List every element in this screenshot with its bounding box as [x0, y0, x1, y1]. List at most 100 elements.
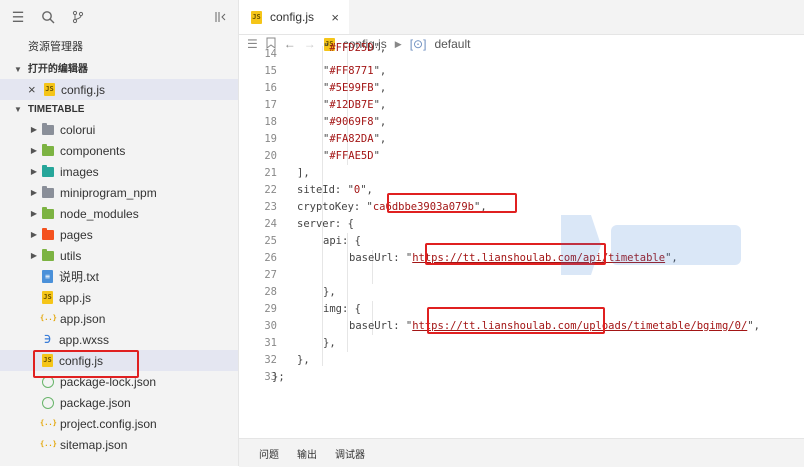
- line-number: 15: [264, 65, 277, 77]
- search-icon[interactable]: [40, 9, 56, 25]
- line-text: "#FF8771",: [323, 65, 387, 77]
- line-text: "#5E99FB",: [323, 82, 387, 94]
- tree-item-config-js[interactable]: JS config.js: [0, 350, 238, 371]
- folder-icon: [42, 122, 54, 135]
- project-label: TIMETABLE: [27, 104, 85, 115]
- chevron-down-icon: ▼: [14, 105, 22, 114]
- code-line[interactable]: 31},: [239, 335, 804, 352]
- tree-item-components[interactable]: ▶ components: [0, 140, 238, 161]
- code-line[interactable]: 14 "#FFD25D",: [239, 42, 804, 63]
- code-line[interactable]: 22 siteId: "0",: [239, 182, 804, 199]
- tree-item-label: sitemap.json: [60, 437, 128, 452]
- line-number: 14: [264, 48, 277, 60]
- close-icon[interactable]: ×: [28, 82, 40, 97]
- line-text: api: {: [323, 235, 361, 247]
- code-line[interactable]: 19 "#FA82DA",: [239, 131, 804, 148]
- code-line[interactable]: 27: [239, 267, 804, 284]
- tree-item-images[interactable]: ▶ images: [0, 161, 238, 182]
- code-line[interactable]: 20 "#FFAE5D": [239, 148, 804, 165]
- code-line[interactable]: 23 cryptoKey: "ca6dbbe3903a079b",: [239, 199, 804, 216]
- chevron-down-icon: ▼: [14, 65, 22, 74]
- tree-item-package-lock-json[interactable]: package-lock.json: [0, 371, 238, 392]
- code-line[interactable]: 16 "#5E99FB",: [239, 80, 804, 97]
- line-text: },: [323, 337, 336, 349]
- tab-debugger[interactable]: 调试器: [335, 446, 365, 461]
- open-editors-section[interactable]: ▼ 打开的编辑器: [0, 60, 238, 79]
- code-line[interactable]: 30 baseUrl: "https://tt.lianshoulab.com/u…: [239, 318, 804, 335]
- tree-item-label: app.wxss: [59, 332, 110, 347]
- line-text: baseUrl: "https://tt.lianshoulab.com/api…: [349, 252, 678, 264]
- code-line[interactable]: 33};: [239, 369, 804, 386]
- line-text: "#FFAE5D": [323, 150, 380, 162]
- line-text: cryptoKey: "ca6dbbe3903a079b",: [297, 201, 487, 213]
- tree-item-package-json[interactable]: package.json: [0, 392, 238, 413]
- tree-item-project-config-json[interactable]: {..} project.config.json: [0, 413, 238, 434]
- line-number: 32: [264, 354, 277, 366]
- tree-item-label: node_modules: [60, 206, 139, 221]
- tab-output[interactable]: 输出: [297, 446, 317, 461]
- chevron-right-icon[interactable]: ▶: [28, 209, 40, 218]
- chevron-right-icon[interactable]: ▶: [28, 146, 40, 155]
- folder-icon: [42, 248, 54, 261]
- chevron-right-icon[interactable]: ▶: [28, 230, 40, 239]
- folder-icon: [42, 164, 54, 177]
- wxss-file-icon: ∋: [44, 333, 51, 346]
- code-line[interactable]: 21],: [239, 165, 804, 182]
- tree-item-pages[interactable]: ▶ pages: [0, 224, 238, 245]
- bottom-panel: 问题 输出 调试器: [239, 438, 804, 467]
- tree-item-app-json[interactable]: {..} app.json: [0, 308, 238, 329]
- source-control-icon[interactable]: [70, 9, 86, 25]
- code-line[interactable]: 24 server: {: [239, 216, 804, 233]
- tree-item-sitemap-json[interactable]: {..} sitemap.json: [0, 434, 238, 455]
- code-line[interactable]: 29 img: {: [239, 301, 804, 318]
- tree-item-label: pages: [60, 227, 93, 242]
- code-line[interactable]: 15 "#FF8771",: [239, 63, 804, 80]
- json-file-icon: {..}: [40, 314, 57, 322]
- line-number: 29: [264, 303, 277, 315]
- line-number: 17: [264, 99, 277, 111]
- tree-item-utils[interactable]: ▶ utils: [0, 245, 238, 266]
- code-line[interactable]: 26 baseUrl: "https://tt.lianshoulab.com/a…: [239, 250, 804, 267]
- json-file-icon: {..}: [40, 440, 57, 448]
- tab-config-js[interactable]: JS config.js ×: [239, 0, 349, 34]
- explorer-sidebar: ☰ 资源管理器 ▼ 打开的编辑器 × JS config.js ▼ TIMETA…: [0, 0, 239, 466]
- code-line[interactable]: 17 "#12DB7E",: [239, 97, 804, 114]
- line-number: 27: [264, 269, 277, 281]
- sidebar-toolbar: ☰: [0, 0, 238, 34]
- collapse-panel-icon[interactable]: [212, 9, 228, 25]
- tree-item-miniprogram-npm[interactable]: ▶ miniprogram_npm: [0, 182, 238, 203]
- line-number: 25: [264, 235, 277, 247]
- editor-tab-bar: JS config.js ×: [239, 0, 804, 35]
- tree-item-app-js[interactable]: JS app.js: [0, 287, 238, 308]
- code-editor: JS config.js × ☰ ← → JS config.js ▶ [⊙] …: [239, 0, 804, 436]
- tree-item-node-modules[interactable]: ▶ node_modules: [0, 203, 238, 224]
- project-section[interactable]: ▼ TIMETABLE: [0, 100, 238, 119]
- files-icon[interactable]: ☰: [10, 9, 26, 25]
- code-line[interactable]: 25 api: {: [239, 233, 804, 250]
- code-line[interactable]: 28},: [239, 284, 804, 301]
- tree-item-colorui[interactable]: ▶ colorui: [0, 119, 238, 140]
- code-line[interactable]: 18 "#9069F8",: [239, 114, 804, 131]
- code-area[interactable]: 14 "#FFD25D", 15 "#FF8771", 16 "#5E99FB", 17 "#…: [239, 42, 804, 386]
- line-text: server: {: [297, 218, 354, 230]
- chevron-right-icon[interactable]: ▶: [28, 167, 40, 176]
- chevron-right-icon[interactable]: ▶: [28, 251, 40, 260]
- file-tree: ▶ colorui ▶ components ▶ images ▶ miniprogram_n…: [0, 119, 238, 455]
- tab-problems[interactable]: 问题: [259, 446, 279, 461]
- tree-item-label: config.js: [59, 353, 104, 368]
- line-number: 28: [264, 286, 277, 298]
- chevron-right-icon[interactable]: ▶: [28, 125, 40, 134]
- tree-item-app-wxss[interactable]: ∋ app.wxss: [0, 329, 238, 350]
- explorer-title: 资源管理器: [28, 41, 83, 53]
- tree-item-label: colorui: [60, 122, 96, 137]
- folder-icon: [42, 206, 54, 219]
- open-editor-item[interactable]: × JS config.js: [0, 79, 238, 100]
- tree-item-txt[interactable]: ≡ 说明.txt: [0, 266, 238, 287]
- tree-item-label: package.json: [60, 395, 131, 410]
- line-number: 30: [264, 320, 277, 332]
- code-line[interactable]: 32},: [239, 352, 804, 369]
- chevron-right-icon[interactable]: ▶: [28, 188, 40, 197]
- line-text: "#FFD25D",: [323, 42, 387, 54]
- open-editors-label: 打开的编辑器: [27, 64, 88, 75]
- close-icon[interactable]: ×: [331, 10, 339, 25]
